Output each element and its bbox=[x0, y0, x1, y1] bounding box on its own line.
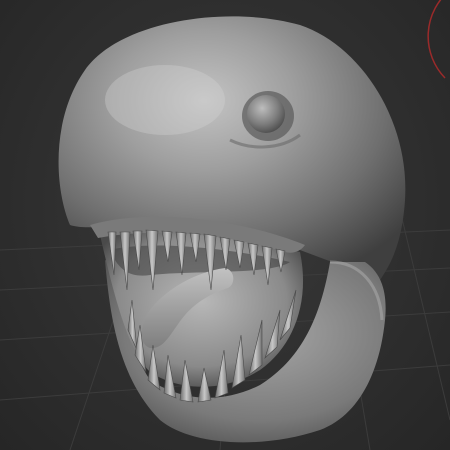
rotation-gizmo-icon[interactable] bbox=[427, 0, 450, 79]
forehead-highlight bbox=[105, 65, 225, 135]
viewport-3d[interactable] bbox=[0, 0, 450, 450]
eye bbox=[242, 91, 294, 141]
